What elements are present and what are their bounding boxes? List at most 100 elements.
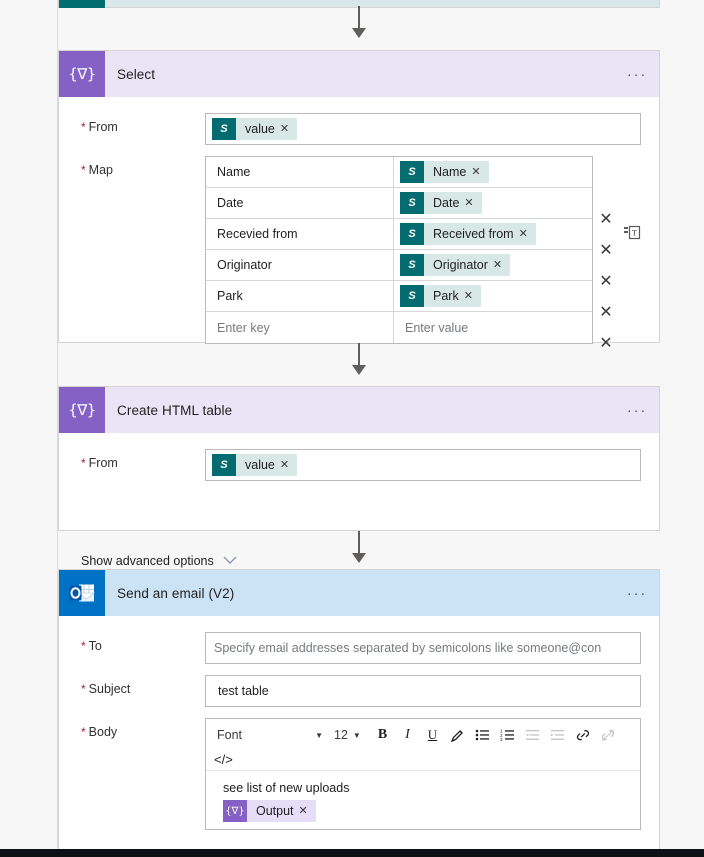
sharepoint-token-icon: S: [400, 192, 424, 214]
field-label-to: To: [59, 632, 205, 653]
delete-row-button[interactable]: ✕: [596, 334, 616, 354]
card-header-create-html-table[interactable]: {∇} Create HTML table ···: [59, 387, 659, 433]
from-input[interactable]: S value ✕: [205, 449, 641, 481]
unlink-icon: [595, 724, 620, 746]
field-label-body: Body: [59, 718, 205, 739]
token-remove-icon[interactable]: ✕: [464, 290, 481, 302]
delete-row-button[interactable]: ✕: [596, 272, 616, 292]
card-body-send-an-email: To Specify email addresses separated by …: [59, 632, 659, 830]
sharepoint-token-icon: S: [212, 118, 236, 140]
link-icon[interactable]: [570, 724, 595, 746]
field-label-from: From: [59, 113, 205, 134]
token-label: Originator: [433, 258, 488, 272]
token-date[interactable]: S Date ✕: [400, 192, 482, 214]
token-name[interactable]: S Name ✕: [400, 161, 489, 183]
outdent-icon: [520, 724, 545, 746]
body-content-area[interactable]: see list of new uploads {∇} Output ✕: [206, 771, 640, 829]
subject-input[interactable]: test table: [205, 675, 641, 707]
map-value[interactable]: S Name ✕: [394, 157, 592, 188]
data-operations-icon: {∇}: [59, 51, 105, 97]
table-row[interactable]: Name S Name ✕: [206, 157, 592, 188]
map-table[interactable]: Name S Name ✕ Date S Date ✕ Recevied fro…: [205, 156, 593, 344]
italic-button[interactable]: I: [395, 724, 420, 746]
outlook-icon: [59, 570, 105, 616]
sharepoint-token-icon: S: [400, 223, 424, 245]
table-row-empty[interactable]: Enter key Enter value: [206, 312, 592, 343]
token-park[interactable]: S Park ✕: [400, 285, 481, 307]
delete-row-button[interactable]: ✕: [596, 210, 616, 230]
map-key[interactable]: Name: [206, 157, 394, 188]
show-advanced-options-label: Show advanced options: [81, 554, 214, 568]
font-family-select[interactable]: Font ▼: [210, 725, 328, 746]
field-row-subject: Subject test table: [59, 675, 659, 707]
chevron-down-icon: ▼: [315, 730, 323, 740]
card-menu-select[interactable]: ···: [615, 66, 659, 83]
subject-value: test table: [218, 684, 269, 698]
map-value-input[interactable]: Enter value: [394, 312, 592, 343]
map-key[interactable]: Park: [206, 281, 394, 312]
bulleted-list-icon[interactable]: [470, 724, 495, 746]
field-label-subject: Subject: [59, 675, 205, 696]
step-card-send-an-email[interactable]: Send an email (V2) ··· To Specify email …: [58, 569, 660, 857]
from-input[interactable]: S value ✕: [205, 113, 641, 145]
token-remove-icon[interactable]: ✕: [464, 197, 481, 209]
flow-designer-canvas: S {∇} Select ··· From S value ✕: [0, 0, 704, 857]
right-gutter: [660, 0, 704, 857]
token-label: Park: [433, 289, 459, 303]
map-key[interactable]: Recevied from: [206, 219, 394, 250]
step-card-select[interactable]: {∇} Select ··· From S value ✕ Map: [58, 50, 660, 352]
map-value[interactable]: S Park ✕: [394, 281, 592, 312]
token-label: value: [245, 458, 275, 472]
table-row[interactable]: Park S Park ✕: [206, 281, 592, 312]
field-row-to: To Specify email addresses separated by …: [59, 632, 659, 664]
show-advanced-options-button[interactable]: Show advanced options: [81, 554, 237, 568]
font-size-select[interactable]: 12 ▼: [328, 725, 370, 746]
field-row-from: From S value ✕: [59, 449, 659, 481]
token-received-from[interactable]: S Received from ✕: [400, 223, 536, 245]
token-remove-icon[interactable]: ✕: [519, 228, 536, 240]
step-card-create-html-table[interactable]: {∇} Create HTML table ··· From S value ✕…: [58, 386, 660, 568]
token-value[interactable]: S value ✕: [212, 454, 298, 476]
field-label-map: Map: [59, 156, 205, 177]
card-header-send-an-email[interactable]: Send an email (V2) ···: [59, 570, 659, 616]
delete-row-button[interactable]: ✕: [596, 241, 616, 261]
token-remove-icon[interactable]: ✕: [471, 166, 488, 178]
underline-button[interactable]: U: [420, 724, 445, 746]
table-row[interactable]: Originator S Originator ✕: [206, 250, 592, 281]
numbered-list-icon[interactable]: 1 2 3: [495, 724, 520, 746]
table-row[interactable]: Date S Date ✕: [206, 188, 592, 219]
map-key-input[interactable]: Enter key: [206, 312, 394, 343]
body-rich-text-editor[interactable]: Font ▼ 12 ▼ B I U 1 2 3 </> see list of …: [205, 718, 641, 830]
map-value[interactable]: S Date ✕: [394, 188, 592, 219]
map-key[interactable]: Date: [206, 188, 394, 219]
dataop-glyph: {∇}: [68, 64, 96, 83]
map-value[interactable]: S Received from ✕: [394, 219, 592, 250]
delete-row-button[interactable]: ✕: [596, 303, 616, 323]
bold-button[interactable]: B: [370, 724, 395, 746]
pen-icon[interactable]: [445, 724, 470, 746]
token-label: value: [245, 122, 275, 136]
token-originator[interactable]: S Originator ✕: [400, 254, 511, 276]
token-remove-icon[interactable]: ✕: [280, 123, 297, 135]
indent-icon: [545, 724, 570, 746]
token-remove-icon[interactable]: ✕: [280, 459, 297, 471]
sharepoint-token-icon: S: [212, 454, 236, 476]
body-text: see list of new uploads: [223, 781, 350, 795]
token-value[interactable]: S value ✕: [212, 118, 298, 140]
map-key[interactable]: Originator: [206, 250, 394, 281]
card-menu-send-an-email[interactable]: ···: [615, 585, 659, 602]
card-menu-create-html-table[interactable]: ···: [615, 402, 659, 419]
field-row-map: Map Name S Name ✕ Date: [59, 156, 659, 344]
token-remove-icon[interactable]: ✕: [299, 805, 316, 817]
chevron-down-icon: ▼: [352, 730, 361, 740]
code-view-button[interactable]: </>: [214, 752, 233, 767]
token-label: Output: [256, 804, 294, 818]
clipboard-text-icon[interactable]: T: [623, 225, 641, 243]
map-value[interactable]: S Originator ✕: [394, 250, 592, 281]
card-header-select[interactable]: {∇} Select ···: [59, 51, 659, 97]
token-remove-icon[interactable]: ✕: [493, 259, 510, 271]
token-output[interactable]: {∇} Output ✕: [223, 800, 316, 822]
to-input[interactable]: Specify email addresses separated by sem…: [205, 632, 641, 664]
chevron-down-icon: [223, 554, 237, 568]
table-row[interactable]: Recevied from S Received from ✕: [206, 219, 592, 250]
